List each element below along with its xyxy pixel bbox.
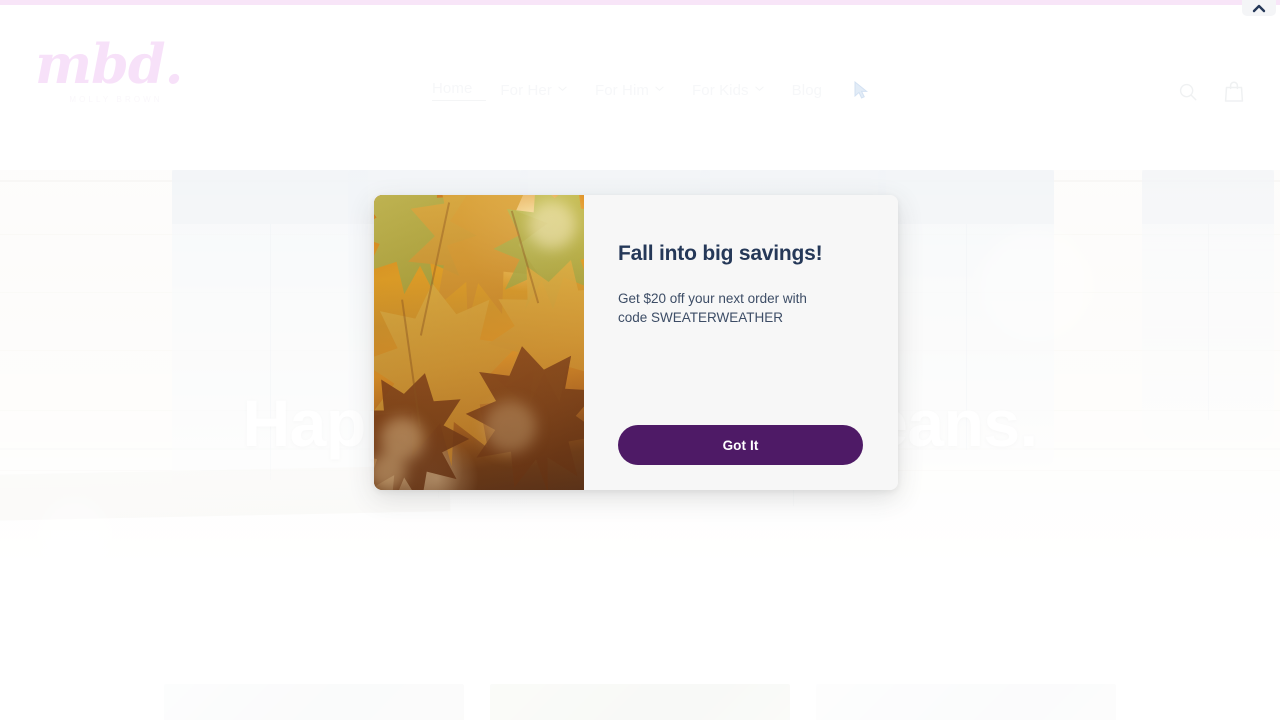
modal-content: Fall into big savings! Get $20 off your … xyxy=(584,195,898,490)
modal-title: Fall into big savings! xyxy=(618,242,823,265)
modal-image xyxy=(374,195,584,490)
close-popup-button[interactable] xyxy=(1242,0,1276,16)
page-root: mbd. MOLLY BROWN Home For Her For Him Fo xyxy=(0,0,1280,720)
modal-image-veil xyxy=(374,195,584,490)
got-it-button[interactable]: Got It xyxy=(618,425,863,465)
close-icon xyxy=(1252,2,1266,14)
modal-description: Get $20 off your next order with code SW… xyxy=(618,291,807,325)
promo-modal: Fall into big savings! Get $20 off your … xyxy=(374,195,898,490)
